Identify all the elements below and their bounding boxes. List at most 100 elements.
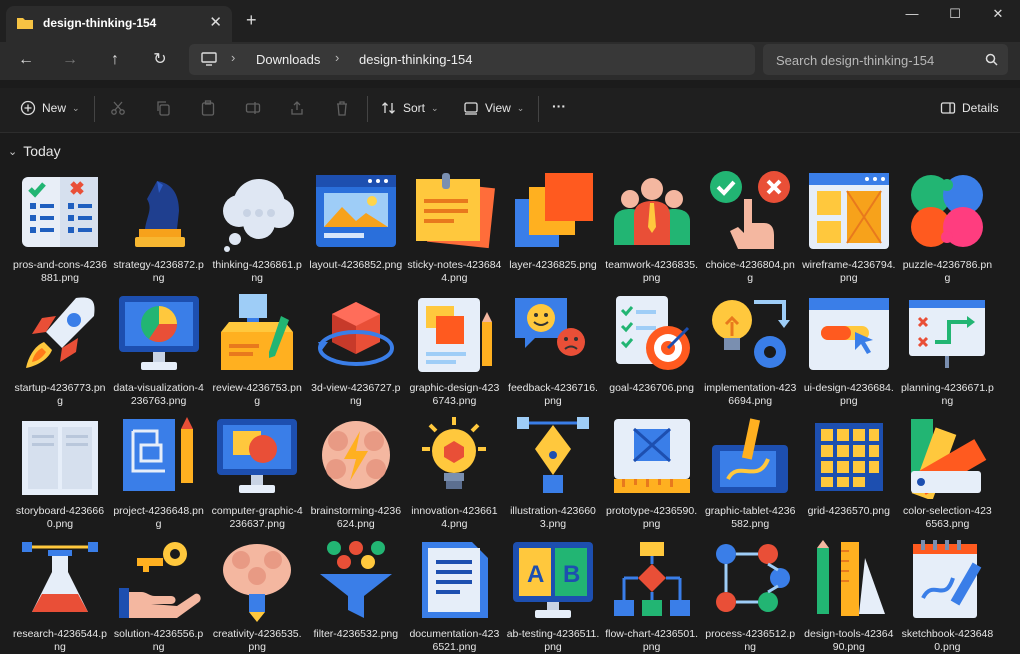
search-input[interactable]: Search design-thinking-154 — [776, 53, 934, 68]
file-item[interactable]: startup-4236773.png — [13, 290, 107, 408]
folder-icon — [17, 18, 33, 29]
design-tools-icon — [816, 540, 885, 616]
group-header-today[interactable]: ⌄ Today — [8, 143, 61, 159]
file-item[interactable]: A Bab-testing-4236511.png — [506, 536, 600, 654]
file-item[interactable]: puzzle-4236786.png — [900, 167, 994, 285]
key-hand-icon — [118, 542, 201, 618]
blueprint-icon — [122, 417, 193, 491]
file-name: puzzle-4236786.png — [902, 259, 993, 284]
new-button[interactable]: New ⌄ — [20, 100, 80, 116]
file-item[interactable]: 3d-view-4236727.png — [309, 290, 403, 408]
breadcrumb-downloads[interactable]: Downloads — [256, 52, 320, 67]
file-name: research-4236544.png — [13, 628, 107, 653]
file-item[interactable]: prototype-4236590.png — [605, 413, 699, 531]
file-name: graphic-tablet-4236582.png — [704, 505, 796, 530]
funnel-icon — [319, 541, 392, 618]
file-name: sticky-notes-4236844.png — [407, 259, 502, 284]
file-name: design-tools-4236490.png — [804, 628, 894, 653]
sort-button[interactable]: Sort ⌄ — [381, 100, 439, 116]
prototype-icon — [613, 419, 690, 493]
close-window-button[interactable]: ✕ — [988, 6, 1008, 22]
file-item[interactable]: implementation-4236694.png — [703, 290, 797, 408]
file-item[interactable]: storyboard-4236660.png — [13, 413, 107, 531]
back-icon[interactable]: ← — [14, 48, 38, 72]
file-item[interactable]: documentation-4236521.png — [407, 536, 501, 654]
file-item[interactable]: flow-chart-4236501.png — [605, 536, 699, 654]
breadcrumb-current-folder[interactable]: design-thinking-154 — [359, 52, 472, 67]
file-item[interactable]: process-4236512.png — [703, 536, 797, 654]
file-item[interactable]: color-selection-4236563.png — [900, 413, 994, 531]
file-item[interactable]: thinking-4236861.png — [210, 167, 304, 285]
file-name: goal-4236706.png — [609, 382, 694, 394]
refresh-icon[interactable]: ↻ — [148, 48, 172, 72]
file-item[interactable]: creativity-4236535.png — [210, 536, 304, 654]
search-icon[interactable] — [985, 53, 998, 66]
grid-icon — [814, 423, 883, 491]
file-item[interactable]: feedback-4236716.png — [506, 290, 600, 408]
up-icon[interactable]: ↑ — [103, 48, 127, 72]
tab-close-icon[interactable]: ✕ — [209, 13, 222, 31]
file-item[interactable]: graphic-design-4236743.png — [407, 290, 501, 408]
monitor-icon — [201, 52, 217, 66]
file-item[interactable]: data-visualization-4236763.png — [112, 290, 206, 408]
file-item[interactable]: graphic-tablet-4236582.png — [703, 413, 797, 531]
file-name: color-selection-4236563.png — [903, 505, 992, 530]
maximize-button[interactable]: ☐ — [945, 6, 965, 22]
details-button[interactable]: Details — [940, 100, 999, 116]
command-bar: New ⌄ Sort ⌄ View ⌄ ··· Details — [0, 88, 1020, 133]
file-item[interactable]: research-4236544.png — [13, 536, 107, 654]
copy-icon[interactable] — [155, 100, 171, 116]
file-item[interactable]: design-tools-4236490.png — [802, 536, 896, 654]
sticky-notes-icon — [416, 173, 496, 249]
file-item[interactable]: review-4236753.png — [210, 290, 304, 408]
file-item[interactable]: computer-graphic-4236637.png — [210, 413, 304, 531]
rename-icon[interactable] — [245, 100, 261, 116]
search-box[interactable]: Search design-thinking-154 — [763, 44, 1008, 75]
forward-icon[interactable]: → — [58, 48, 82, 72]
file-item[interactable]: sticky-notes-4236844.png — [407, 167, 501, 285]
pros-cons-icon — [22, 177, 98, 247]
view-button[interactable]: View ⌄ — [463, 100, 524, 116]
document-icon — [422, 542, 489, 618]
tab-active[interactable]: design-thinking-154 ✕ — [6, 6, 232, 42]
file-item[interactable]: innovation-4236614.png — [407, 413, 501, 531]
file-item[interactable]: wireframe-4236794.png — [802, 167, 896, 285]
file-item[interactable]: solution-4236556.png — [112, 536, 206, 654]
file-item[interactable]: project-4236648.png — [112, 413, 206, 531]
file-item[interactable]: filter-4236532.png — [309, 536, 403, 654]
file-item[interactable]: strategy-4236872.png — [112, 167, 206, 285]
file-item[interactable]: grid-4236570.png — [802, 413, 896, 531]
file-name: wireframe-4236794.png — [802, 259, 896, 284]
brain-pencil-icon — [223, 544, 292, 622]
file-item[interactable]: pros-and-cons-4236881.png — [13, 167, 107, 285]
file-item[interactable]: teamwork-4236835.png — [605, 167, 699, 285]
minimize-button[interactable]: — — [902, 6, 922, 21]
paste-icon[interactable] — [200, 100, 216, 116]
share-icon[interactable] — [289, 100, 305, 116]
file-item[interactable]: sketchbook-4236480.png — [900, 536, 994, 654]
file-name: creativity-4236535.png — [212, 628, 302, 653]
goal-target-icon — [615, 296, 690, 370]
file-item[interactable]: choice-4236804.png — [703, 167, 797, 285]
address-bar[interactable]: › Downloads › design-thinking-154 — [189, 44, 755, 75]
file-name: documentation-4236521.png — [409, 628, 500, 653]
file-item[interactable]: planning-4236671.png — [900, 290, 994, 408]
chevron-down-icon: ⌄ — [431, 102, 439, 113]
more-options-icon[interactable]: ··· — [552, 98, 566, 114]
delete-icon[interactable] — [334, 100, 350, 116]
file-item[interactable]: illustration-4236603.png — [506, 413, 600, 531]
divider — [94, 96, 95, 122]
flow-chart-icon — [613, 542, 690, 616]
file-item[interactable]: layout-4236852.png — [309, 167, 403, 285]
pen-nib-icon — [517, 417, 589, 493]
color-swatch-icon — [911, 419, 987, 499]
file-item[interactable]: goal-4236706.png — [605, 290, 699, 408]
file-name: review-4236753.png — [212, 382, 302, 407]
file-item[interactable]: layer-4236825.png — [506, 167, 600, 285]
chevron-right-icon: › — [335, 50, 340, 65]
file-item[interactable]: ui-design-4236684.png — [802, 290, 896, 408]
file-name: brainstorming-4236624.png — [310, 505, 402, 530]
new-tab-icon[interactable]: + — [246, 10, 257, 31]
file-item[interactable]: brainstorming-4236624.png — [309, 413, 403, 531]
cut-icon[interactable] — [110, 100, 126, 116]
